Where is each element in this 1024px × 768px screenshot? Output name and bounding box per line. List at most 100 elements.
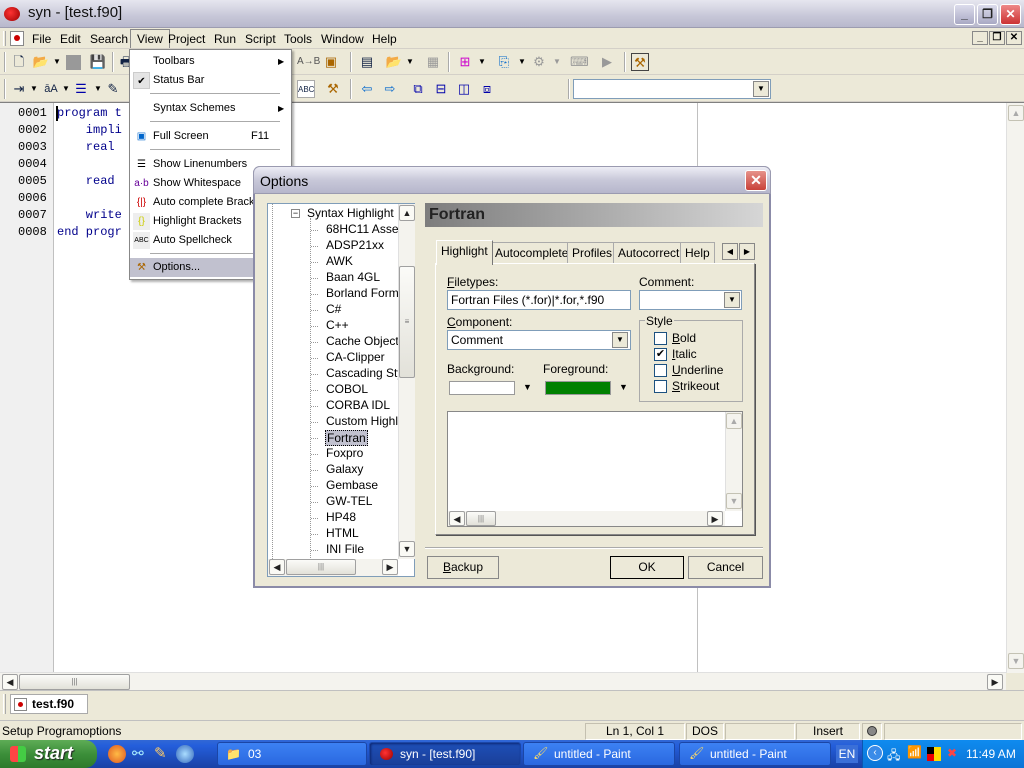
- code-line[interactable]: write: [57, 208, 122, 222]
- style-checkbox-strikeout[interactable]: [654, 380, 667, 393]
- code-line[interactable]: real: [57, 140, 115, 154]
- tree-item[interactable]: Galaxy: [326, 462, 400, 476]
- file-tab[interactable]: test.f90: [10, 694, 88, 714]
- build-icon[interactable]: ⚒: [631, 53, 649, 71]
- preview-scroll-down-icon[interactable]: ▼: [726, 493, 742, 509]
- preview-horizontal-thumb[interactable]: |||: [466, 511, 496, 526]
- tree-scroll-thumb[interactable]: ≡: [399, 266, 415, 378]
- menu-search[interactable]: Search: [84, 30, 134, 48]
- link-icon[interactable]: ⚙: [530, 53, 548, 71]
- tree-scroll-left-icon[interactable]: ◀: [269, 559, 285, 575]
- scroll-left-icon[interactable]: ◀: [2, 674, 18, 690]
- case-dropdown-arrow[interactable]: ▼: [62, 80, 70, 98]
- options-icon[interactable]: ⚒: [324, 80, 342, 98]
- menu-window[interactable]: Window: [315, 30, 370, 48]
- tree-item[interactable]: Custom Highlighter: [326, 414, 400, 428]
- align-icon[interactable]: ☰: [72, 80, 90, 98]
- indent-dropdown-arrow[interactable]: ▼: [30, 80, 38, 98]
- tab-autocorrect[interactable]: Autocorrect: [613, 242, 685, 264]
- foreground-dropdown-icon[interactable]: ▼: [619, 382, 628, 392]
- tab-profiles[interactable]: Profiles: [567, 242, 618, 264]
- open-dropdown-arrow[interactable]: ▼: [53, 53, 61, 71]
- cancel-button[interactable]: Cancel: [688, 556, 763, 579]
- thunderbird-icon[interactable]: [176, 745, 194, 763]
- toolbar-combo-dropdown[interactable]: ▼: [753, 81, 769, 97]
- code-line[interactable]: read: [57, 174, 115, 188]
- tree-item[interactable]: Cascading Style Sheets: [326, 366, 400, 380]
- arrange-icon[interactable]: ⧈: [478, 80, 496, 98]
- preview-vertical-scrollbar[interactable]: ▲ ▼: [725, 412, 742, 511]
- style-label-italic[interactable]: Italic: [672, 347, 697, 361]
- tree-scroll-right-icon[interactable]: ▶: [382, 559, 398, 575]
- tree-scroll-down-icon[interactable]: ▼: [399, 541, 415, 557]
- tile-vertical-icon[interactable]: ◫: [455, 80, 473, 98]
- spellcheck-icon[interactable]: ABC: [297, 80, 315, 98]
- tree-dropdown-arrow[interactable]: ▼: [478, 53, 486, 71]
- format-icon[interactable]: ✎: [104, 80, 122, 98]
- preview-area[interactable]: ▲ ▼ ◀ ||| ▶: [447, 411, 743, 527]
- tree-item[interactable]: CA-Clipper: [326, 350, 400, 364]
- indent-icon[interactable]: ⇥: [10, 80, 28, 98]
- open-file-icon[interactable]: 📂: [32, 53, 50, 71]
- tree-item[interactable]: Foxpro: [326, 446, 400, 460]
- edit-tool-icon[interactable]: ✎: [154, 744, 167, 762]
- menu-script[interactable]: Script: [239, 30, 282, 48]
- task-paint-2[interactable]: 🖌 untitled - Paint: [679, 742, 831, 766]
- tab-scroll-right-icon[interactable]: ▶: [739, 243, 755, 260]
- preview-scroll-right-icon[interactable]: ▶: [707, 511, 723, 526]
- tree-item[interactable]: HTML: [326, 526, 400, 540]
- new-file-icon[interactable]: 🗋: [10, 53, 28, 71]
- code-line[interactable]: impli: [57, 123, 122, 137]
- filetypes-input[interactable]: Fortran Files (*.for)|*.for,*.f90: [447, 290, 631, 310]
- document-icon[interactable]: [10, 31, 24, 46]
- editor-horizontal-scrollbar[interactable]: ◀ ||| ▶: [0, 672, 1006, 690]
- start-button[interactable]: start: [0, 740, 97, 768]
- toolbar-combo[interactable]: [573, 79, 771, 99]
- keyboard-macro-icon[interactable]: ⌨: [570, 53, 589, 71]
- cascade-icon[interactable]: ⧉: [409, 80, 427, 98]
- dialog-title-bar[interactable]: Options ✕: [253, 166, 771, 194]
- show-hidden-icons-button[interactable]: ‹: [867, 745, 883, 761]
- menu-item-syntax-schemes[interactable]: Syntax Schemes ▶: [130, 99, 291, 118]
- tree-item[interactable]: Borland Forms: [326, 286, 400, 300]
- tab-help[interactable]: Help: [680, 242, 715, 264]
- tab-highlight[interactable]: Highlight: [436, 240, 493, 265]
- tree-item[interactable]: Cache Object Script: [326, 334, 400, 348]
- menu-file[interactable]: File: [26, 30, 57, 48]
- language-indicator[interactable]: EN: [836, 745, 858, 763]
- tree-icon[interactable]: ⊞: [456, 53, 474, 71]
- minimize-button[interactable]: _: [954, 4, 975, 25]
- horizontal-scroll-thumb[interactable]: |||: [19, 674, 130, 690]
- tree-vertical-scrollbar[interactable]: ▲ ≡ ▼: [398, 204, 415, 559]
- tree-item[interactable]: Fortran: [325, 430, 368, 446]
- tree-item[interactable]: C#: [326, 302, 400, 316]
- mdi-minimize-button[interactable]: _: [972, 31, 988, 45]
- app-icon[interactable]: [4, 7, 20, 21]
- task-syn[interactable]: syn - [test.f90]: [369, 742, 521, 766]
- style-label-strikeout[interactable]: Strikeout: [672, 379, 719, 393]
- color-tool-icon[interactable]: [927, 747, 941, 761]
- menu-run[interactable]: Run: [208, 30, 242, 48]
- tab-autocomplete[interactable]: Autocomplete: [490, 242, 574, 264]
- ok-button[interactable]: OK: [610, 556, 684, 579]
- network-disconnected-icon[interactable]: ✖: [947, 746, 957, 760]
- menu-item-toolbars[interactable]: Toolbars ▶: [130, 52, 291, 71]
- menu-project[interactable]: Project: [162, 30, 211, 48]
- menu-edit[interactable]: Edit: [54, 30, 87, 48]
- style-checkbox-underline[interactable]: [654, 364, 667, 377]
- background-color-swatch[interactable]: [449, 381, 515, 395]
- mdi-close-button[interactable]: ✕: [1006, 31, 1022, 45]
- restore-button[interactable]: ❐: [977, 4, 998, 25]
- project-settings-icon[interactable]: ▦: [424, 53, 442, 71]
- tree-item[interactable]: GW-TEL: [326, 494, 400, 508]
- component-dropdown-icon[interactable]: ▼: [612, 332, 628, 348]
- dialog-close-button[interactable]: ✕: [745, 170, 767, 191]
- style-checkbox-italic[interactable]: ✔: [654, 348, 667, 361]
- comment-dropdown-icon[interactable]: ▼: [724, 292, 740, 308]
- backup-button[interactable]: Backup: [427, 556, 499, 579]
- wireless-icon[interactable]: 📶: [907, 745, 922, 759]
- link-dropdown-arrow[interactable]: ▼: [553, 53, 561, 71]
- compile-dropdown-arrow[interactable]: ▼: [518, 53, 526, 71]
- compile-icon[interactable]: ⎘: [495, 53, 513, 71]
- tree-item[interactable]: Gembase: [326, 478, 400, 492]
